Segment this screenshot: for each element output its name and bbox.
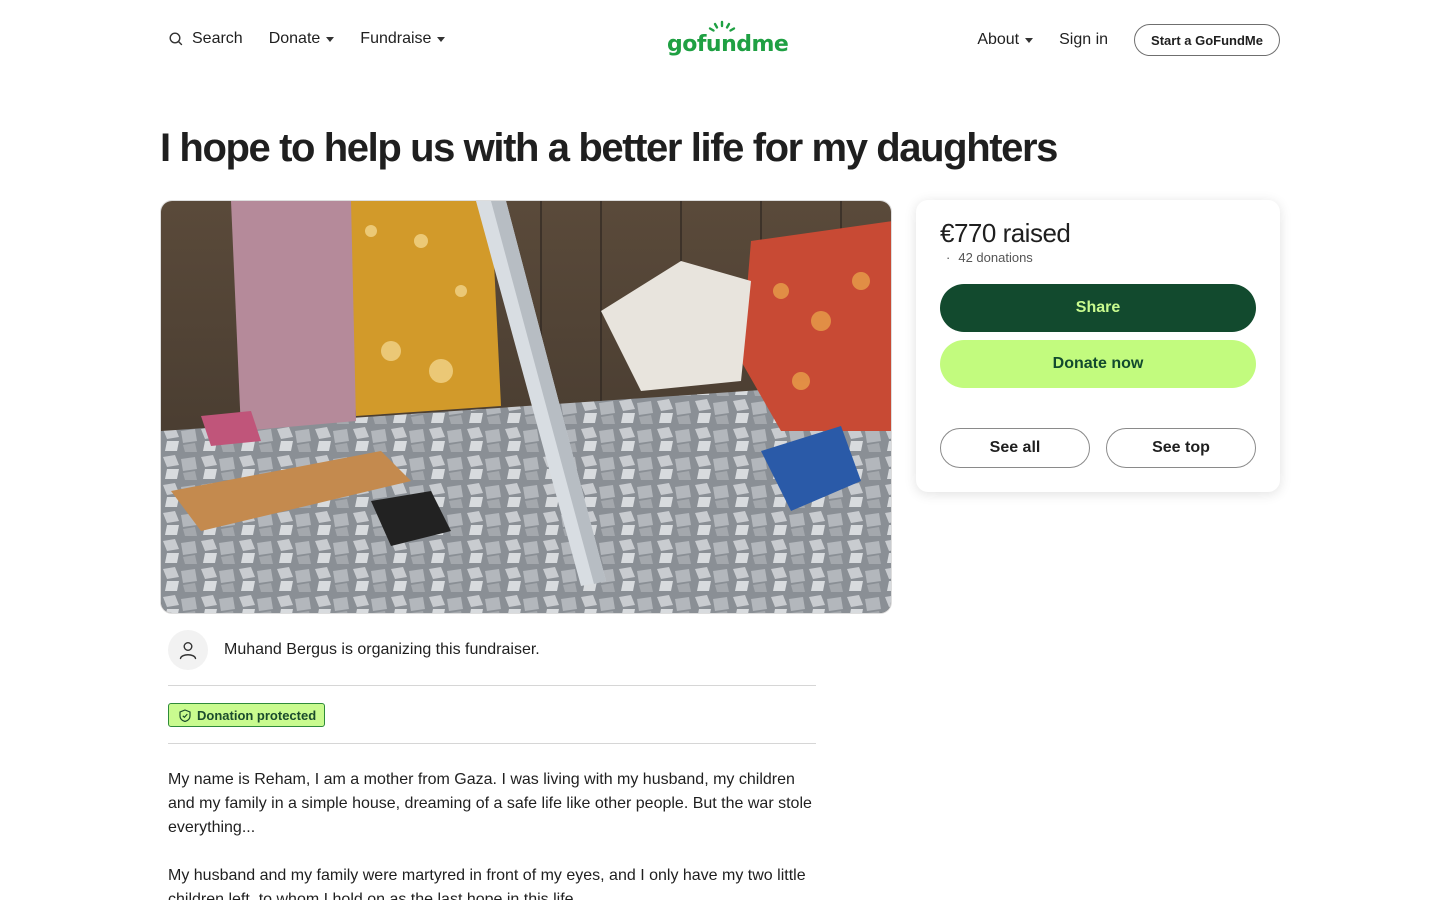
donate-now-button[interactable]: Donate now [940,340,1256,388]
gofundme-logo[interactable]: gofundme [667,20,789,60]
sign-in-label: Sign in [1059,31,1109,48]
site-header: Search Donate Fundraise gofundme About S… [0,0,1440,80]
caret-down-icon [1025,37,1034,43]
donate-menu[interactable]: Donate [269,30,335,48]
nav-right: About Sign in Start a GoFundMe [977,24,1280,56]
user-icon [179,641,197,659]
donate-menu-label: Donate [268,30,321,47]
search-icon [169,32,183,46]
organizer-row: Muhand Bergus is organizing this fundrai… [168,629,816,686]
start-gofundme-button[interactable]: Start a GoFundMe [1134,24,1280,56]
donation-count-label: 42 donations [958,250,1033,265]
story-text: My name is Reham, I am a mother from Gaz… [168,768,816,900]
nav-left: Search Donate Fundraise [168,28,471,50]
donation-card: €770 raised · 42 donations Share Donate n… [916,200,1280,492]
organizer-text: Muhand Bergus is organizing this fundrai… [224,640,540,658]
protection-row: Donation protected [168,687,816,744]
page-title: I hope to help us with a better life for… [160,126,1058,170]
search-button[interactable]: Search [168,30,243,48]
campaign-photo [161,201,891,613]
fundraise-menu-label: Fundraise [360,30,432,47]
logo-text: gofundme [667,32,789,57]
share-button[interactable]: Share [940,284,1256,332]
see-all-button[interactable]: See all [940,428,1090,468]
campaign-image[interactable] [160,200,892,614]
search-label: Search [192,30,243,47]
sign-in-link[interactable]: Sign in [1059,31,1108,49]
separator-dot: · [946,250,951,265]
shield-icon [179,708,191,722]
caret-down-icon [437,36,446,42]
about-menu[interactable]: About [977,31,1034,49]
story-paragraph: My husband and my family were martyred i… [168,867,806,900]
amount-raised: €770 raised [940,218,1071,248]
fundraise-menu[interactable]: Fundraise [360,30,446,48]
story-paragraph: My name is Reham, I am a mother from Gaz… [168,771,812,836]
avatar[interactable] [168,629,208,670]
donation-protected-label: Donation protected [197,707,317,723]
about-menu-label: About [977,31,1020,48]
see-top-button[interactable]: See top [1106,428,1256,468]
caret-down-icon [326,36,335,42]
donation-count: · 42 donations [946,250,1033,265]
donation-protected-badge[interactable]: Donation protected [168,703,326,727]
